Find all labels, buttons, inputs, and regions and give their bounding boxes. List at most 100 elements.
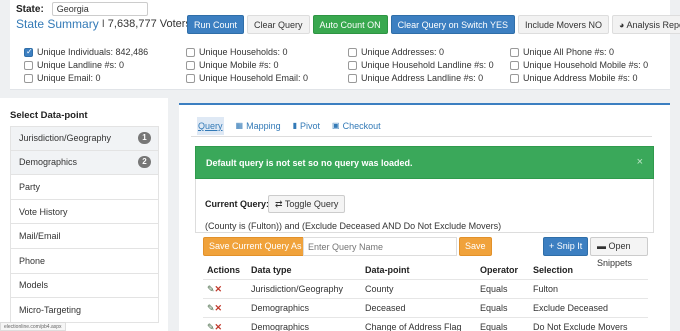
tab-checkout[interactable]: ▣ Checkout [326,117,387,135]
delete-icon[interactable]: ✕ [215,303,223,313]
query-name-input[interactable] [303,237,457,256]
state-label: State: [16,3,44,15]
sidebar-item-label: Mail/Email [19,231,61,242]
count-label: Unique Household Landline #s: 0 [361,60,494,70]
checkbox-box[interactable] [186,60,195,70]
row-actions: ✎✕ [207,318,222,331]
column-header: Operator [480,265,519,275]
tab-mapping[interactable]: ▦ Mapping [230,117,287,135]
row-actions: ✎✕ [207,280,222,299]
count-checkbox[interactable]: Unique Households: 0 [186,47,288,57]
tab-label: Pivot [300,121,321,131]
count-checkbox[interactable]: Unique Addresses: 0 [348,47,444,57]
count-checkbox[interactable]: Unique Landline #s: 0 [24,60,124,70]
sidebar-item-label: Phone [19,255,46,266]
status-bar-url: electionline.com/pb4.aspx [0,322,66,331]
cart-icon: ▣ [332,121,340,130]
checkbox-box[interactable] [348,60,357,70]
count-checkbox[interactable]: Unique Individuals: 842,486 [24,47,148,57]
state-row: State: Georgia [16,2,148,16]
clear-query-button[interactable]: Clear Query [247,15,310,34]
count-checkbox[interactable]: Unique Household Landline #s: 0 [348,60,494,70]
checkbox-box[interactable] [24,73,33,83]
checkbox-box[interactable] [510,60,519,70]
checkbox-box[interactable] [186,47,195,57]
count-checkbox[interactable]: Unique Address Landline #s: 0 [348,73,483,83]
tab-pivot[interactable]: ▮ Pivot [287,117,326,135]
sidebar-item-micro-targeting[interactable]: Micro-Targeting [10,298,159,323]
sidebar-item-models[interactable]: Models [10,273,159,299]
cell-selection: Do Not Exclude Movers [533,322,628,331]
edit-icon[interactable]: ✎ [207,322,215,331]
checkbox-box[interactable] [348,47,357,57]
checkbox-box[interactable] [348,73,357,83]
sidebar-item-jurisdiction[interactable]: Jurisdiction/Geography 1 [10,126,159,151]
info-alert: Default query is not set so no query was… [195,146,654,179]
count-checkbox[interactable]: Unique All Phone #s: 0 [510,47,614,57]
cell-operator: Equals [480,284,508,294]
tab-label: Mapping [246,121,281,131]
count-checkbox[interactable]: Unique Household Email: 0 [186,73,308,83]
map-icon: ▦ [235,121,244,130]
sidebar-item-label: Jurisdiction/Geography [19,133,112,144]
open-snippets-button[interactable]: ▬ Open Snippets [590,237,648,268]
row-actions: ✎✕ [207,299,222,318]
checkbox-box[interactable] [186,73,195,83]
count-checkbox[interactable]: Unique Mobile #s: 0 [186,60,279,70]
save-query-bar: Save Current Query As Save + Snip It ▬ O… [203,237,648,268]
checkbox-box[interactable] [24,47,33,57]
checkbox-box[interactable] [510,73,519,83]
checkbox-box[interactable] [510,47,519,57]
auto-count-toggle[interactable]: Auto Count ON [312,15,388,34]
toggle-query-button[interactable]: ⇄ Toggle Query [268,195,346,213]
count-checkbox[interactable]: Unique Address Mobile #s: 0 [510,73,638,83]
count-label: Unique Household Mobile #s: 0 [523,60,649,70]
count-checkbox[interactable]: Unique Household Mobile #s: 0 [510,60,648,70]
count-label: Unique Addresses: 0 [361,47,445,57]
count-label: Unique Mobile #s: 0 [199,60,279,70]
cell-selection: Fulton [533,284,559,294]
summary-title: State Summary [16,17,99,31]
sidebar-item-phone[interactable]: Phone [10,248,159,274]
save-current-query-button[interactable]: Save Current Query As [203,237,308,256]
snip-it-button[interactable]: + Snip It [543,237,589,256]
edit-icon[interactable]: ✎ [207,303,215,313]
cell-data-point: Change of Address Flag [365,322,462,331]
include-movers-toggle[interactable]: Include Movers NO [517,15,609,34]
sidebar-item-vote-history[interactable]: Vote History [10,199,159,225]
sidebar-item-demographics[interactable]: Demographics 2 [10,150,159,176]
summary-separator: I [101,18,105,30]
sidebar-item-label: Demographics [19,157,78,168]
sidebar-item-label: Micro-Targeting [19,304,82,315]
count-label: Unique Individuals: 842,486 [37,47,149,57]
column-header: Selection [533,265,574,275]
state-select[interactable]: Georgia [51,2,148,16]
query-expression: (County is (Fulton)) and (Exclude Deceas… [205,221,502,231]
save-button[interactable]: Save [459,237,492,256]
delete-icon[interactable]: ✕ [215,322,223,331]
count-label: Unique Household Email: 0 [199,73,309,83]
count-checkbox[interactable]: Unique Email: 0 [24,73,101,83]
query-toolbar: Run Count Clear Query Auto Count ON Clea… [187,15,680,34]
tab-query[interactable]: Query [191,117,230,135]
tab-bar: Query ▦ Mapping ▮ Pivot ▣ Checkout [191,117,387,135]
sidebar-item-mail-email[interactable]: Mail/Email [10,224,159,249]
close-icon[interactable]: × [637,156,643,168]
clear-on-switch-toggle[interactable]: Clear Query on Switch YES [390,15,515,34]
run-count-button[interactable]: Run Count [187,15,245,34]
sidebar-item-party[interactable]: Party [10,175,159,200]
table-row: ✎✕ Jurisdiction/Geography County Equals … [203,280,648,299]
cell-data-point: County [365,284,394,294]
count-badge: 2 [138,156,151,169]
voter-count: 7,638,777 Voters [107,18,191,30]
checkbox-box[interactable] [24,60,33,70]
pie-chart-icon: ◕ [619,20,625,30]
analysis-report-button[interactable]: ◕ Analysis Report [612,15,680,34]
cell-selection: Exclude Deceased [533,303,609,313]
table-row: ✎✕ Demographics Deceased Equals Exclude … [203,299,648,318]
delete-icon[interactable]: ✕ [215,284,223,294]
swap-icon: ⇄ [275,199,283,209]
cell-data-type: Demographics [251,303,310,313]
alert-text: Default query is not set so no query was… [206,158,413,168]
edit-icon[interactable]: ✎ [207,284,215,294]
